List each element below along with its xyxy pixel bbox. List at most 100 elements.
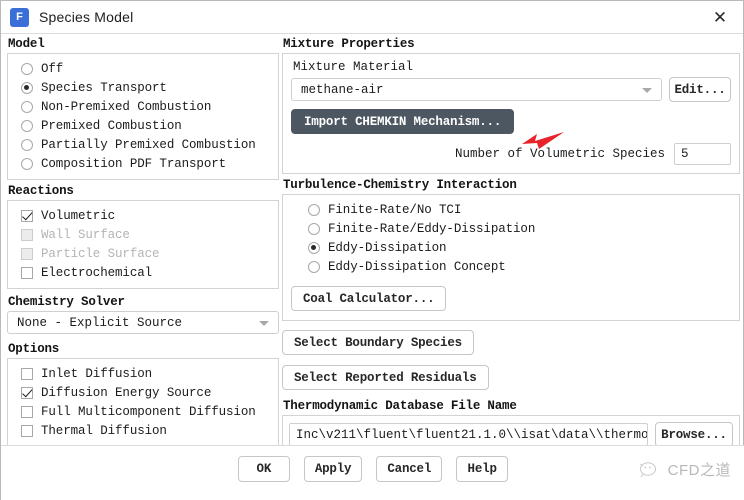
ok-button[interactable]: OK	[237, 456, 290, 482]
option-label: Non-Premixed Combustion	[41, 99, 212, 114]
select-boundary-species-button[interactable]: Select Boundary Species	[282, 330, 474, 355]
checkbox-icon	[21, 367, 33, 380]
option-label: Premixed Combustion	[41, 118, 182, 133]
radio-model-partially-premixed-combustion[interactable]: Partially Premixed Combustion	[14, 135, 272, 154]
turbulence-chemistry-box: Finite-Rate/No TCI Finite-Rate/Eddy-Diss…	[282, 194, 740, 321]
chemistry-solver-group: Chemistry Solver None - Explicit Source	[7, 295, 279, 334]
mixture-properties-box: Mixture Material methane-air Edit... Imp…	[282, 53, 740, 174]
mixture-material-dropdown[interactable]: methane-air	[291, 78, 662, 101]
close-icon[interactable]: ✕	[707, 5, 733, 31]
chevron-down-icon	[642, 87, 652, 93]
chemistry-solver-value: None - Explicit Source	[17, 315, 183, 330]
dialog-footer: OK Apply Cancel Help CFD之道	[1, 445, 744, 500]
radio-icon	[21, 138, 33, 151]
radio-finite-rate-eddy-dissipation[interactable]: Finite-Rate/Eddy-Dissipation	[291, 219, 731, 238]
options-group-title: Options	[8, 342, 60, 356]
fluent-app-icon: F	[10, 7, 29, 27]
checkbox-particle-surface: Particle Surface	[14, 244, 272, 263]
radio-model-species-transport[interactable]: Species Transport	[14, 78, 272, 97]
thermodynamic-database-path-input[interactable]: Inc\v211\fluent\fluent21.1.0\\isat\data\…	[289, 423, 648, 446]
checkbox-icon	[21, 266, 33, 279]
radio-model-non-premixed-combustion[interactable]: Non-Premixed Combustion	[14, 97, 272, 116]
turbulence-chemistry-title: Turbulence-Chemistry Interaction	[283, 178, 517, 192]
checkbox-volumetric[interactable]: Volumetric	[14, 206, 272, 225]
select-reported-residuals-row: Select Reported Residuals	[282, 365, 740, 390]
mixture-properties-title: Mixture Properties	[283, 37, 415, 51]
chevron-down-icon	[259, 320, 269, 326]
radio-icon	[308, 222, 320, 235]
option-label: Species Transport	[41, 80, 167, 95]
thermodynamic-path-row: Inc\v211\fluent\fluent21.1.0\\isat\data\…	[289, 422, 733, 447]
radio-model-off[interactable]: Off	[14, 59, 272, 78]
option-label: Electrochemical	[41, 265, 153, 280]
checkbox-full-multicomponent-diffusion[interactable]: Full Multicomponent Diffusion	[14, 402, 272, 421]
options-group: Options Inlet Diffusion Diffusion Energy…	[7, 342, 279, 447]
option-label: Particle Surface	[41, 246, 160, 261]
right-column: Mixture Properties Mixture Material meth…	[282, 37, 740, 458]
checkbox-icon-disabled	[21, 247, 33, 260]
checkbox-icon	[21, 424, 33, 437]
watermark-text: CFD之道	[667, 462, 731, 479]
radio-finite-rate-no-tci[interactable]: Finite-Rate/No TCI	[291, 200, 731, 219]
window-title: Species Model	[39, 9, 134, 25]
radio-model-composition-pdf-transport[interactable]: Composition PDF Transport	[14, 154, 272, 173]
chemistry-solver-dropdown[interactable]: None - Explicit Source	[7, 311, 279, 334]
reactions-group: Reactions Volumetric Wall Surface Partic…	[7, 184, 279, 289]
checkbox-electrochemical[interactable]: Electrochemical	[14, 263, 272, 282]
radio-icon-selected	[21, 81, 33, 94]
radio-icon	[21, 157, 33, 170]
model-group-title: Model	[8, 37, 45, 51]
radio-eddy-dissipation[interactable]: Eddy-Dissipation	[291, 238, 731, 257]
radio-icon	[308, 260, 320, 273]
mixture-properties-group: Mixture Properties Mixture Material meth…	[282, 37, 740, 174]
title-bar: F Species Model ✕	[1, 1, 743, 34]
volumetric-species-row: Number of Volumetric Species 5	[291, 143, 731, 165]
chemistry-solver-title: Chemistry Solver	[8, 295, 125, 309]
browse-button[interactable]: Browse...	[655, 422, 733, 447]
option-label: Eddy-Dissipation Concept	[328, 259, 506, 274]
option-label: Composition PDF Transport	[41, 156, 227, 171]
mixture-material-value: methane-air	[301, 82, 384, 97]
radio-icon	[21, 62, 33, 75]
checkbox-diffusion-energy-source[interactable]: Diffusion Energy Source	[14, 383, 272, 402]
option-label: Finite-Rate/Eddy-Dissipation	[328, 221, 536, 236]
turbulence-chemistry-group: Turbulence-Chemistry Interaction Finite-…	[282, 178, 740, 321]
options-group-box: Inlet Diffusion Diffusion Energy Source …	[7, 358, 279, 447]
volumetric-species-label: Number of Volumetric Species	[454, 147, 665, 161]
checkbox-icon-checked	[21, 386, 33, 399]
reactions-group-box: Volumetric Wall Surface Particle Surface…	[7, 200, 279, 289]
watermark: CFD之道	[639, 459, 731, 480]
thermodynamic-database-title: Thermodynamic Database File Name	[283, 399, 517, 413]
option-label: Thermal Diffusion	[41, 423, 167, 438]
import-chemkin-mechanism-button[interactable]: Import CHEMKIN Mechanism...	[291, 109, 515, 134]
apply-button[interactable]: Apply	[303, 456, 363, 482]
select-boundary-species-row: Select Boundary Species	[282, 330, 740, 355]
option-label: Eddy-Dissipation	[328, 240, 447, 255]
mixture-material-row: methane-air Edit...	[291, 77, 731, 102]
checkbox-icon	[21, 405, 33, 418]
checkbox-wall-surface: Wall Surface	[14, 225, 272, 244]
left-column: Model Off Species Transport Non-Premixed…	[7, 37, 279, 449]
cancel-button[interactable]: Cancel	[376, 456, 443, 482]
radio-model-premixed-combustion[interactable]: Premixed Combustion	[14, 116, 272, 135]
select-reported-residuals-button[interactable]: Select Reported Residuals	[282, 365, 489, 390]
volumetric-species-input[interactable]: 5	[674, 143, 731, 165]
model-group: Model Off Species Transport Non-Premixed…	[7, 37, 279, 180]
option-label: Diffusion Energy Source	[41, 385, 212, 400]
checkbox-inlet-diffusion[interactable]: Inlet Diffusion	[14, 364, 272, 383]
radio-icon	[21, 119, 33, 132]
option-label: Finite-Rate/No TCI	[328, 202, 462, 217]
edit-material-button[interactable]: Edit...	[669, 77, 731, 102]
radio-eddy-dissipation-concept[interactable]: Eddy-Dissipation Concept	[291, 257, 731, 276]
mixture-material-label: Mixture Material	[293, 60, 414, 74]
species-model-dialog: F Species Model ✕ Model Off Species Tran…	[0, 0, 744, 500]
help-button[interactable]: Help	[456, 456, 509, 482]
option-label: Partially Premixed Combustion	[41, 137, 256, 152]
footer-button-bar: OK Apply Cancel Help	[1, 456, 744, 482]
option-label: Inlet Diffusion	[41, 366, 153, 381]
wechat-logo-icon	[639, 461, 656, 477]
coal-calculator-button[interactable]: Coal Calculator...	[291, 286, 447, 311]
radio-icon	[308, 203, 320, 216]
option-label: Volumetric	[41, 208, 116, 223]
checkbox-thermal-diffusion[interactable]: Thermal Diffusion	[14, 421, 272, 440]
